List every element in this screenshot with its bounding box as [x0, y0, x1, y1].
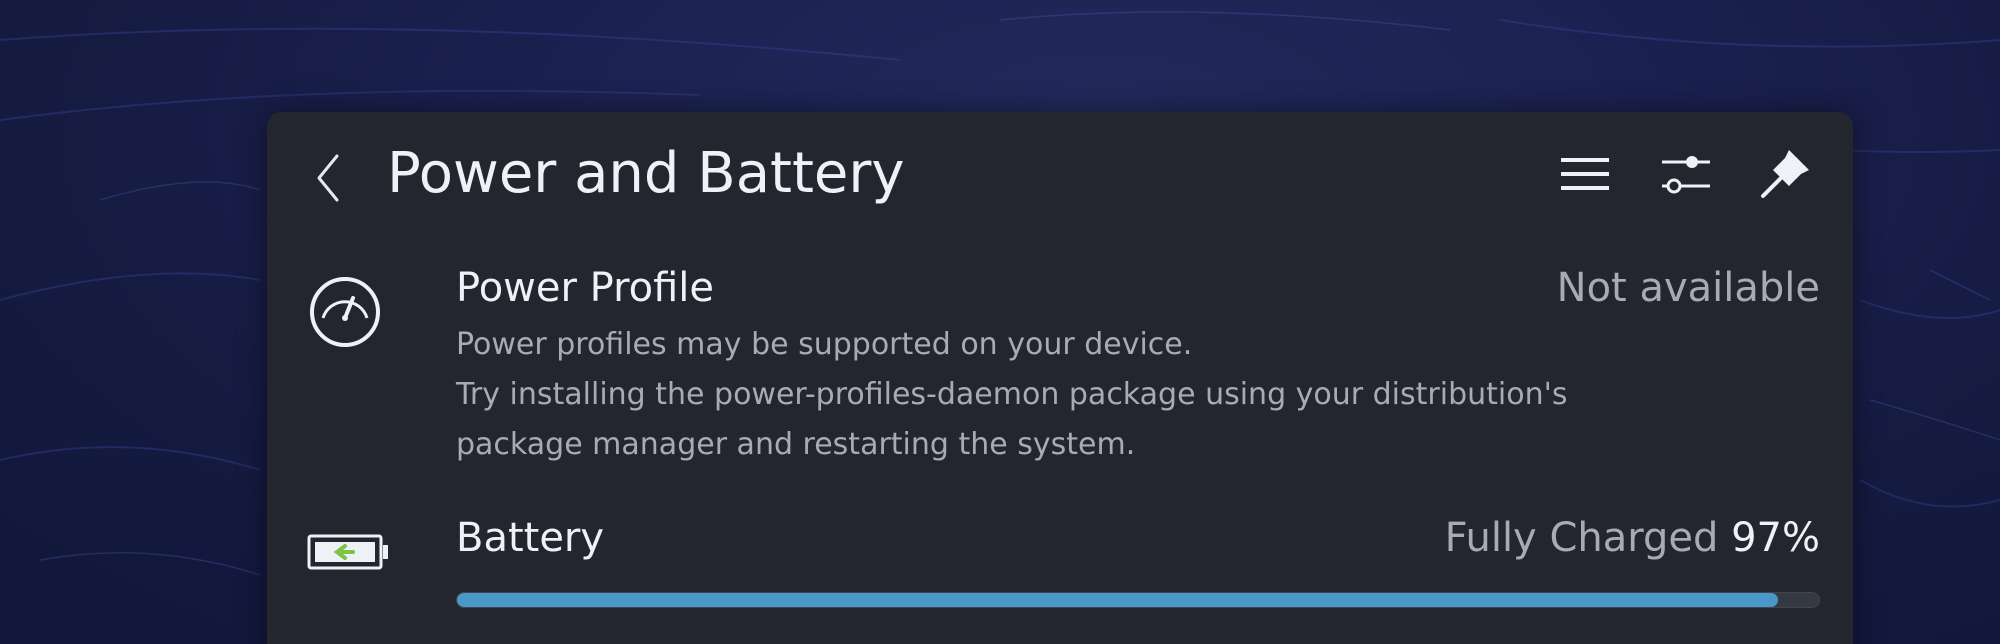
menu-button[interactable] — [1553, 142, 1617, 206]
battery-charging-icon — [307, 534, 388, 570]
sliders-icon — [1662, 156, 1710, 194]
power-profile-status: Not available — [1556, 265, 1820, 311]
hamburger-menu-icon — [1561, 158, 1609, 190]
page-title: Power and Battery — [387, 141, 905, 206]
back-button[interactable] — [307, 148, 351, 208]
battery-status: Fully Charged — [1444, 515, 1719, 561]
battery-icon-wrap — [307, 532, 389, 576]
power-profile-description-line-1: Power profiles may be supported on your … — [456, 327, 1193, 362]
chevron-left-icon — [317, 154, 339, 202]
power-profile-description-line-3: package manager and restarting the syste… — [456, 427, 1136, 462]
panel-header: Power and Battery — [267, 112, 1853, 224]
battery-progress-fill — [457, 593, 1779, 607]
power-profile-description-line-2: Try installing the power-profiles-daemon… — [456, 377, 1568, 412]
power-battery-panel: Power and Battery Power Profile Not avai… — [267, 112, 1853, 644]
configure-button[interactable] — [1654, 142, 1718, 206]
battery-status-group: Fully Charged 97% — [1445, 512, 1820, 564]
pin-icon — [1761, 150, 1809, 198]
battery-percent: 97% — [1731, 515, 1820, 561]
power-profile-title: Power Profile — [456, 265, 715, 311]
power-profile-icon-wrap — [307, 274, 383, 354]
pin-button[interactable] — [1753, 142, 1817, 206]
battery-progress-bar — [456, 592, 1820, 608]
gauge-icon — [310, 277, 380, 347]
battery-title: Battery — [456, 515, 605, 561]
